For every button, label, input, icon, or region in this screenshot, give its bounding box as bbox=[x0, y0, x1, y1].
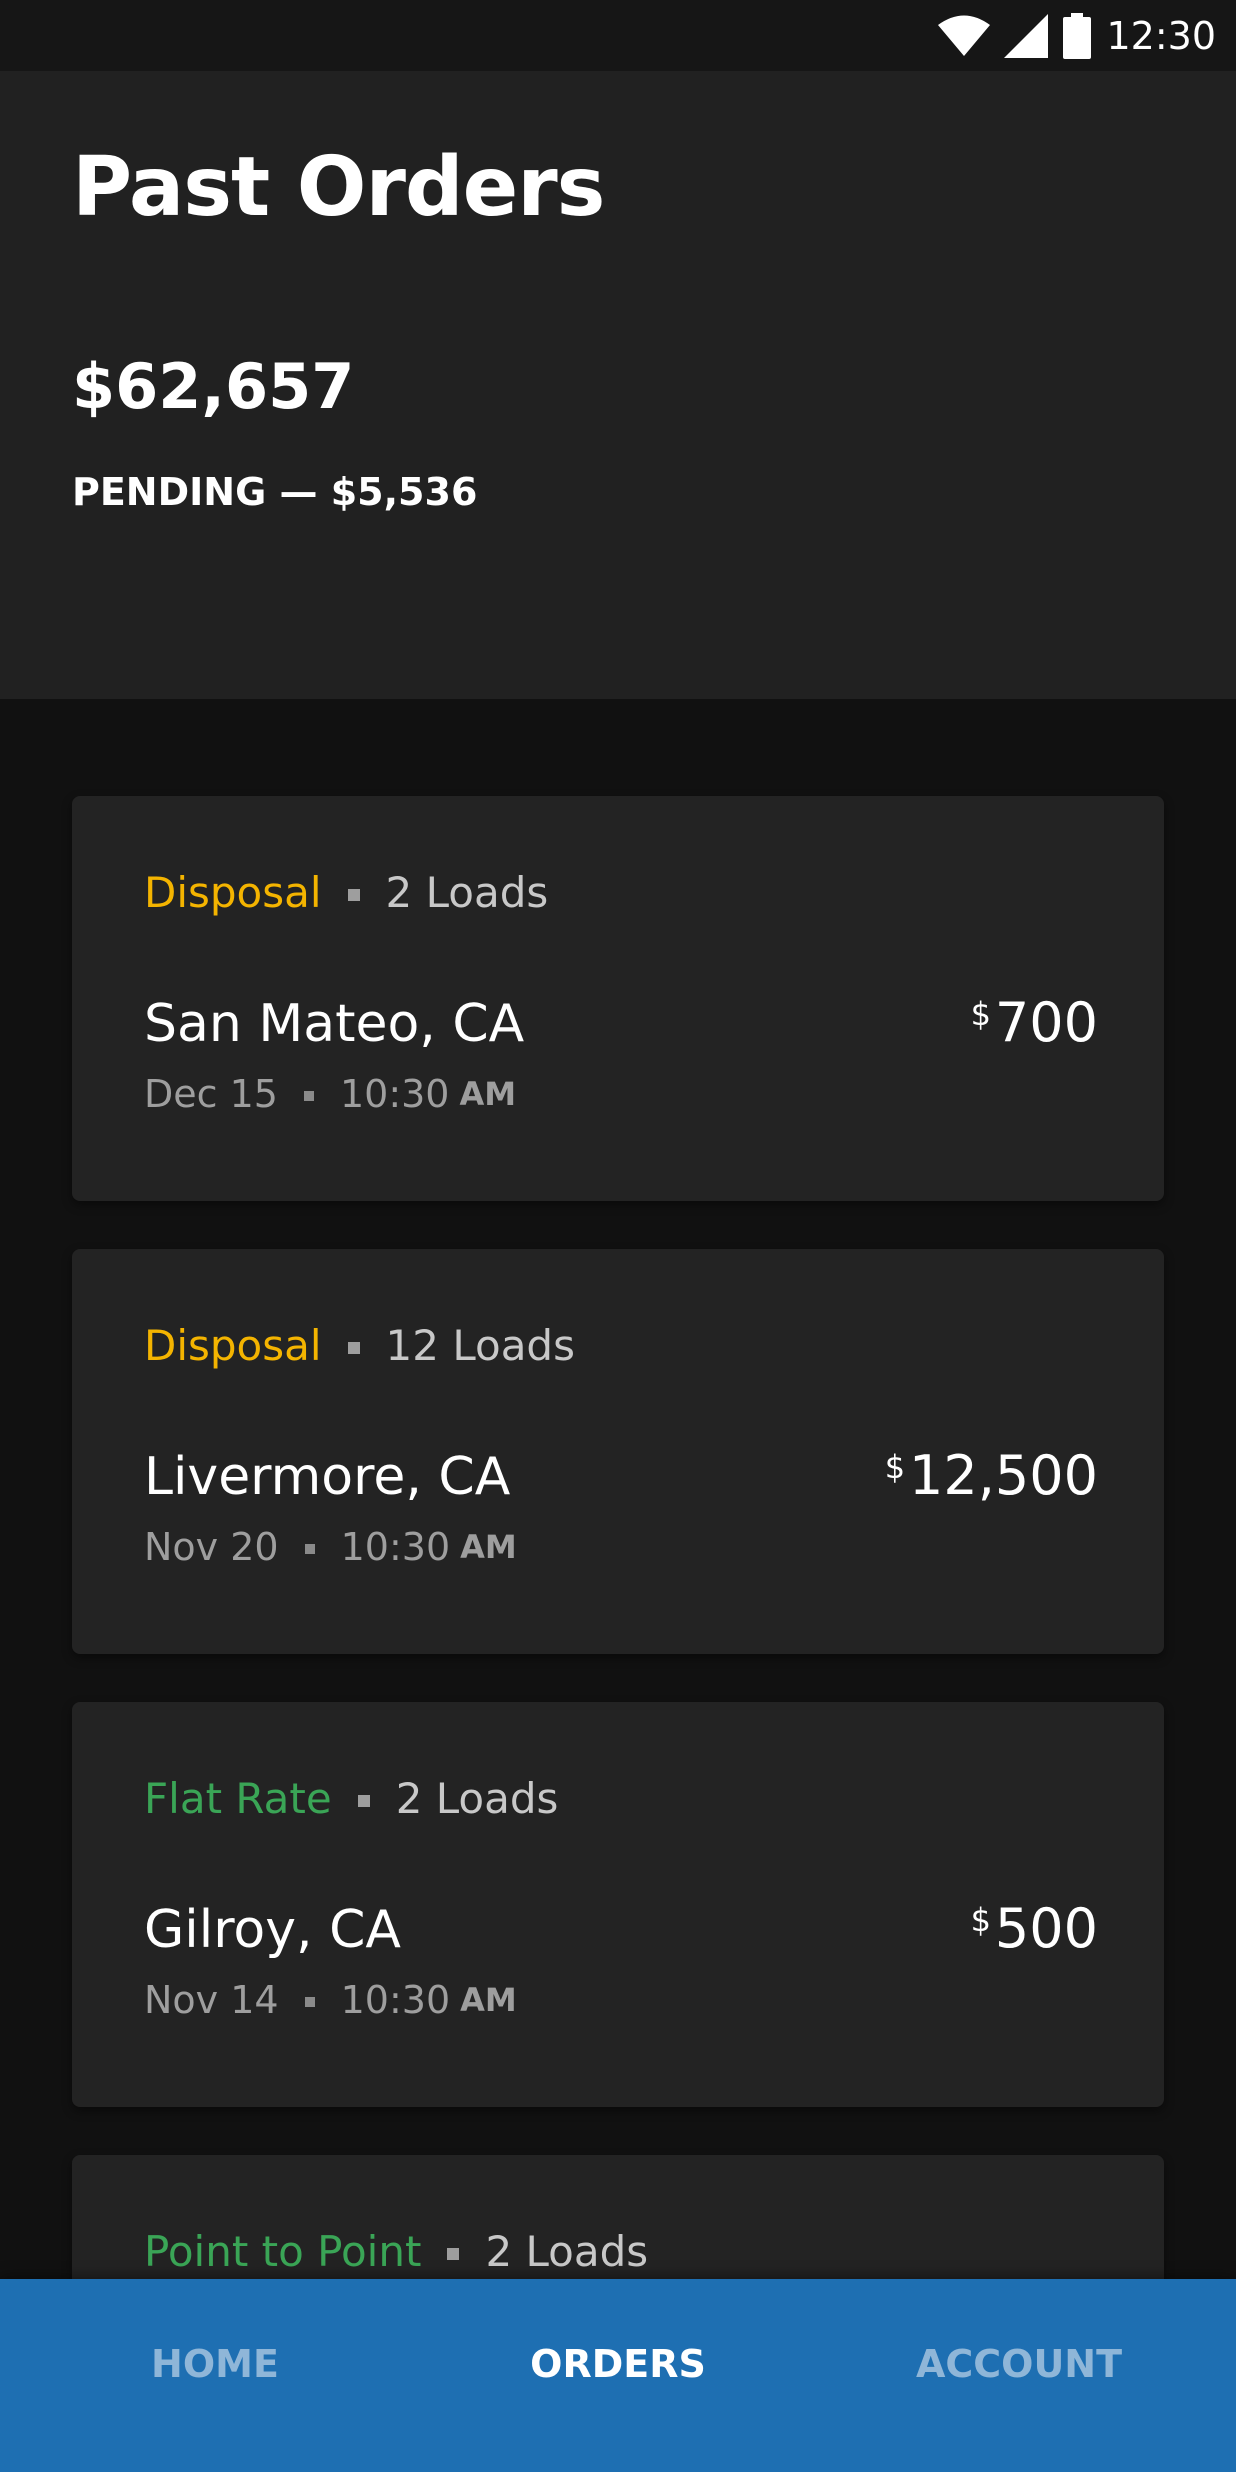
order-datetime: Nov 20 10:30 AM bbox=[144, 1524, 517, 1570]
status-bar: 12:30 bbox=[0, 0, 1236, 71]
nav-account[interactable]: ACCOUNT bbox=[818, 2279, 1220, 2449]
separator-dot bbox=[447, 2248, 460, 2260]
wifi-icon bbox=[938, 15, 991, 56]
order-date: Nov 20 bbox=[144, 1525, 279, 1569]
order-amount: 700 bbox=[994, 991, 1098, 1054]
order-ampm: AM bbox=[460, 1981, 517, 2019]
currency-symbol: $ bbox=[884, 1448, 906, 1486]
status-time: 12:30 bbox=[1106, 13, 1216, 58]
order-type: Point to Point bbox=[144, 2227, 422, 2276]
nav-orders[interactable]: ORDERS bbox=[417, 2279, 819, 2449]
nav-home[interactable]: HOME bbox=[14, 2279, 416, 2449]
order-type: Disposal bbox=[144, 1321, 322, 1370]
order-time: 10:30 bbox=[340, 1525, 451, 1569]
order-meta: Disposal 2 Loads bbox=[144, 868, 548, 918]
order-loads: 12 Loads bbox=[385, 1321, 575, 1370]
page-title: Past Orders bbox=[72, 140, 605, 235]
order-meta: Disposal 12 Loads bbox=[144, 1321, 575, 1371]
order-datetime: Dec 15 10:30 AM bbox=[144, 1071, 516, 1117]
currency-symbol: $ bbox=[970, 1901, 991, 1939]
battery-icon bbox=[1063, 12, 1092, 59]
currency-symbol: $ bbox=[970, 995, 991, 1033]
separator-dot bbox=[347, 1342, 360, 1354]
order-loads: 2 Loads bbox=[385, 868, 549, 917]
bottom-nav: HOME ORDERS ACCOUNT bbox=[0, 2279, 1236, 2472]
order-price: $ 12,500 bbox=[885, 1445, 1098, 1507]
order-meta: Point to Point 2 Loads bbox=[144, 2227, 648, 2277]
status-icons: 12:30 bbox=[938, 8, 1216, 63]
order-location: Livermore, CA bbox=[144, 1447, 511, 1507]
order-card[interactable]: Disposal 2 Loads San Mateo, CA Dec 15 10… bbox=[72, 796, 1164, 1201]
order-time: 10:30 bbox=[339, 1072, 450, 1116]
order-loads: 2 Loads bbox=[485, 2227, 649, 2276]
separator-dot bbox=[304, 1544, 315, 1554]
order-meta: Flat Rate 2 Loads bbox=[144, 1774, 558, 1824]
separator-dot bbox=[347, 889, 360, 901]
order-amount: 12,500 bbox=[909, 1444, 1098, 1507]
total-amount: $62,657 bbox=[72, 350, 355, 423]
order-date: Nov 14 bbox=[144, 1978, 279, 2022]
order-price: $ 500 bbox=[971, 1898, 1098, 1960]
separator-dot bbox=[304, 1997, 315, 2007]
order-card[interactable]: Flat Rate 2 Loads Gilroy, CA Nov 14 10:3… bbox=[72, 1702, 1164, 2107]
order-time: 10:30 bbox=[340, 1978, 451, 2022]
pending-amount: PENDING — $5,536 bbox=[72, 470, 478, 514]
order-card[interactable]: Disposal 12 Loads Livermore, CA Nov 20 1… bbox=[72, 1249, 1164, 1654]
past-orders-screen: 12:30 Past Orders $62,657 PENDING — $5,5… bbox=[0, 0, 1236, 2472]
order-location: San Mateo, CA bbox=[144, 994, 525, 1054]
order-ampm: AM bbox=[460, 1528, 517, 1566]
order-price: $ 700 bbox=[971, 992, 1098, 1054]
separator-dot bbox=[357, 1795, 370, 1807]
order-datetime: Nov 14 10:30 AM bbox=[144, 1977, 517, 2023]
cell-signal-icon bbox=[1004, 13, 1049, 58]
order-type: Disposal bbox=[144, 868, 322, 917]
separator-dot bbox=[303, 1091, 314, 1101]
order-ampm: AM bbox=[459, 1075, 517, 1113]
order-location: Gilroy, CA bbox=[144, 1900, 401, 1960]
order-type: Flat Rate bbox=[144, 1774, 332, 1823]
order-amount: 500 bbox=[994, 1897, 1098, 1960]
order-loads: 2 Loads bbox=[395, 1774, 559, 1823]
order-date: Dec 15 bbox=[144, 1072, 278, 1116]
